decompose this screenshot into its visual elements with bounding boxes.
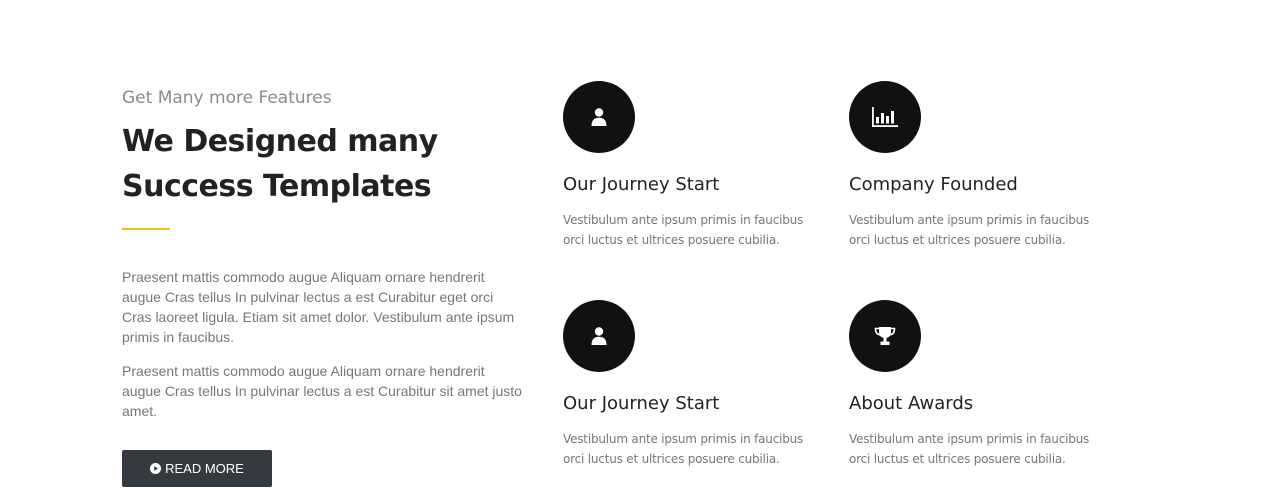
feature-description: Vestibulum ante ipsum primis in faucibus… <box>563 432 804 466</box>
bar-chart-icon <box>872 107 898 127</box>
feature-description: Vestibulum ante ipsum primis in faucibus… <box>563 213 804 247</box>
feature-card: Company Founded Vestibulum ante ipsum pr… <box>849 81 1119 250</box>
user-icon <box>590 107 608 127</box>
feature-title: Our Journey Start <box>563 393 720 414</box>
intro-block: Get Many more Features We Designed many … <box>122 86 522 421</box>
intro-paragraph-1: Praesent mattis commodo augue Aliquam or… <box>122 269 515 345</box>
feature-card: Our Journey Start Vestibulum ante ipsum … <box>563 300 833 469</box>
section-headline: We Designed many Success Templates <box>122 119 522 209</box>
feature-title: Company Founded <box>849 174 1018 195</box>
feature-title: Our Journey Start <box>563 174 720 195</box>
feature-icon-circle <box>563 81 635 153</box>
feature-title: About Awards <box>849 393 974 414</box>
user-icon <box>590 326 608 346</box>
headline-line-1: We Designed many <box>122 124 438 159</box>
play-circle-icon <box>150 463 162 474</box>
feature-icon-circle <box>563 300 635 372</box>
headline-line-2: Success Templates <box>122 169 432 204</box>
feature-card: About Awards Vestibulum ante ipsum primi… <box>849 300 1119 469</box>
accent-divider <box>122 228 170 230</box>
feature-description: Vestibulum ante ipsum primis in faucibus… <box>849 213 1090 247</box>
trophy-icon <box>874 326 896 346</box>
feature-icon-circle <box>849 300 921 372</box>
features-section: Get Many more Features We Designed many … <box>0 0 1263 499</box>
feature-icon-circle <box>849 81 921 153</box>
section-eyebrow: Get Many more Features <box>122 88 332 108</box>
read-more-button[interactable]: READ MORE <box>122 450 272 487</box>
feature-card: Our Journey Start Vestibulum ante ipsum … <box>563 81 833 250</box>
read-more-label: READ MORE <box>165 461 244 476</box>
intro-paragraph-2: Praesent mattis commodo augue Aliquam or… <box>122 363 522 419</box>
feature-description: Vestibulum ante ipsum primis in faucibus… <box>849 432 1090 466</box>
